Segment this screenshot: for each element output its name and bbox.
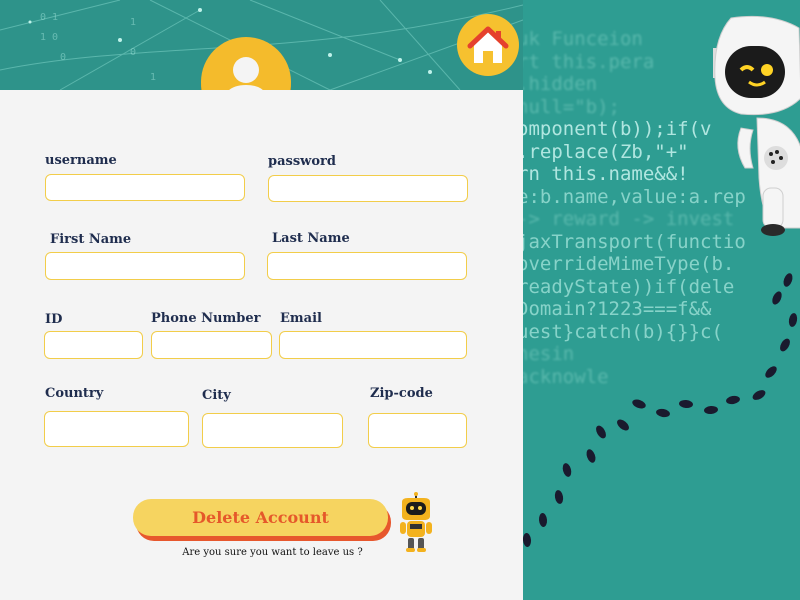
city-field[interactable] [202, 413, 343, 448]
home-icon [467, 26, 509, 63]
phone-label: Phone Number [151, 311, 261, 326]
home-button[interactable] [457, 14, 519, 76]
delete-button-wrap: Delete Account [133, 499, 391, 541]
delete-account-button[interactable]: Delete Account [133, 499, 388, 536]
country-field[interactable] [44, 411, 189, 447]
username-label: username [45, 153, 117, 168]
decorative-panel: uk Funceion rt this.pera .hidden null="b); o… [523, 0, 800, 600]
zip-label: Zip-code [370, 386, 433, 401]
last-name-label: Last Name [272, 231, 350, 246]
svg-text:1 0: 1 0 [40, 32, 58, 43]
email-field[interactable] [279, 331, 467, 359]
svg-text:1: 1 [150, 72, 156, 83]
svg-text:1: 1 [130, 17, 136, 28]
confirm-text: Are you sure you want to leave us ? [182, 547, 363, 558]
svg-text:0: 0 [60, 52, 66, 63]
id-field[interactable] [44, 331, 143, 359]
country-label: Country [45, 386, 104, 401]
username-field[interactable] [45, 174, 245, 201]
zip-field[interactable] [368, 413, 467, 448]
password-field[interactable] [268, 175, 468, 202]
svg-text:0 1: 0 1 [40, 12, 58, 23]
first-name-label: First Name [50, 232, 132, 247]
svg-text:0: 0 [130, 47, 136, 58]
decor-overlay [523, 15, 800, 547]
last-name-field[interactable] [267, 252, 467, 280]
small-robot-icon [400, 492, 432, 552]
email-label: Email [280, 311, 322, 326]
id-label: ID [45, 312, 63, 327]
city-label: City [202, 388, 231, 403]
password-label: password [268, 154, 336, 169]
first-name-field[interactable] [45, 252, 245, 280]
phone-field[interactable] [151, 331, 272, 359]
